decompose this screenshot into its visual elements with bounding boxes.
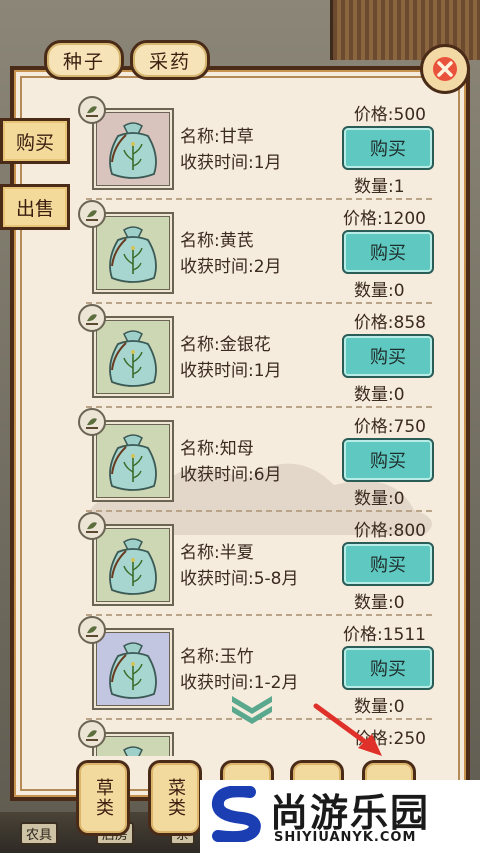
category-vegetables[interactable]: 菜类: [148, 760, 202, 836]
category-herbs[interactable]: 草类: [76, 760, 130, 836]
red-pointer-arrow: [313, 703, 382, 756]
shop-item-row: 名称:半夏 收获时间:5-8月 价格:800 购买 数量:0: [78, 512, 438, 616]
item-thumbnail: [92, 212, 174, 294]
item-price: 价格:858: [353, 313, 426, 333]
item-price: 价格:1511: [343, 625, 426, 645]
item-thumbnail: [92, 316, 174, 398]
buy-button[interactable]: 购买: [342, 126, 434, 170]
item-harvest-time: 收获时间:2月: [180, 257, 282, 277]
leaf-badge: [78, 96, 106, 124]
item-name: 名称:黄芪: [180, 231, 254, 251]
item-list[interactable]: 名称:甘草 收获时间:1月 价格:500 购买 数量:1 名称:黄芪 收获时间:…: [78, 96, 438, 756]
leaf-badge: [78, 616, 106, 644]
watermark-title: 尚游乐园: [270, 791, 431, 835]
leaf-badge: [78, 304, 106, 332]
leaf-badge: [78, 720, 106, 748]
leaf-badge-icon: [86, 106, 98, 117]
tab-seeds[interactable]: 种子: [44, 40, 124, 80]
item-quantity: 数量:0: [354, 385, 405, 405]
item-harvest-time: 收获时间:6月: [180, 465, 282, 485]
buy-button[interactable]: 购买: [342, 334, 434, 378]
buy-button[interactable]: 购买: [342, 646, 434, 690]
item-name: 名称:甘草: [180, 127, 254, 147]
shop-item-row: 名称:黄芪 收获时间:2月 价格:1200 购买 数量:0: [78, 200, 438, 304]
item-quantity: 数量:1: [354, 177, 405, 197]
leaf-badge-icon: [86, 418, 98, 429]
item-harvest-time: 收获时间:1月: [180, 361, 282, 381]
tab-herb-gathering[interactable]: 采药: [130, 40, 210, 80]
item-harvest-time: 收获时间:1-2月: [180, 673, 299, 693]
item-harvest-time: 收获时间:5-8月: [180, 569, 299, 589]
leaf-badge-icon: [86, 522, 98, 533]
herb-seed-bag-icon: [109, 642, 157, 699]
item-harvest-time: 收获时间:1月: [180, 153, 282, 173]
tab-sell[interactable]: 出售: [0, 184, 70, 230]
close-icon: [433, 57, 457, 81]
herb-seed-bag-icon: [109, 434, 157, 491]
item-name: 名称:知母: [180, 439, 254, 459]
herb-seed-bag-icon: [109, 330, 157, 387]
item-thumbnail: [92, 108, 174, 190]
chevron-double-down-icon[interactable]: [228, 692, 276, 724]
herb-seed-bag-icon: [109, 538, 157, 595]
watermark: 尚游乐园 SHIYIUANYK.COM: [200, 780, 480, 853]
buy-button[interactable]: 购买: [342, 230, 434, 274]
herb-seed-bag-icon: [109, 122, 157, 179]
leaf-badge-icon: [86, 314, 98, 325]
shop-item-row: 名称:甘草 收获时间:1月 价格:500 购买 数量:1: [78, 96, 438, 200]
shop-item-row: 名称:金银花 收获时间:1月 价格:858 购买 数量:0: [78, 304, 438, 408]
leaf-badge-icon: [86, 626, 98, 637]
item-price: 价格:750: [353, 417, 426, 437]
item-name: 名称:金银花: [180, 335, 271, 355]
item-quantity: 数量:0: [354, 489, 405, 509]
watermark-url: SHIYIUANYK.COM: [274, 830, 417, 845]
item-thumbnail: [92, 420, 174, 502]
tab-buy[interactable]: 购买: [0, 118, 70, 164]
herb-seed-bag-icon: [109, 226, 157, 283]
item-name: 名称:半夏: [180, 543, 254, 563]
leaf-badge-icon: [86, 210, 98, 221]
watermark-logo-icon: [211, 786, 261, 842]
item-price: 价格:500: [353, 105, 426, 125]
item-quantity: 数量:0: [354, 593, 405, 613]
item-thumbnail: [92, 524, 174, 606]
buy-button[interactable]: 购买: [342, 542, 434, 586]
item-price: 价格:1200: [343, 209, 426, 229]
leaf-badge: [78, 200, 106, 228]
item-price: 价格:800: [353, 521, 426, 541]
herb-seed-bag-icon: [123, 746, 143, 756]
close-button[interactable]: [420, 44, 470, 94]
item-thumbnail: [92, 628, 174, 710]
leaf-badge: [78, 408, 106, 436]
bottom-label-tools[interactable]: 农具: [20, 822, 59, 845]
shop-item-row: 名称:知母 收获时间:6月 价格:750 购买 数量:0: [78, 408, 438, 512]
item-name: 名称:玉竹: [180, 647, 254, 667]
buy-button[interactable]: 购买: [342, 438, 434, 482]
leaf-badge-icon: [86, 730, 98, 741]
item-quantity: 数量:0: [354, 281, 405, 301]
leaf-badge: [78, 512, 106, 540]
